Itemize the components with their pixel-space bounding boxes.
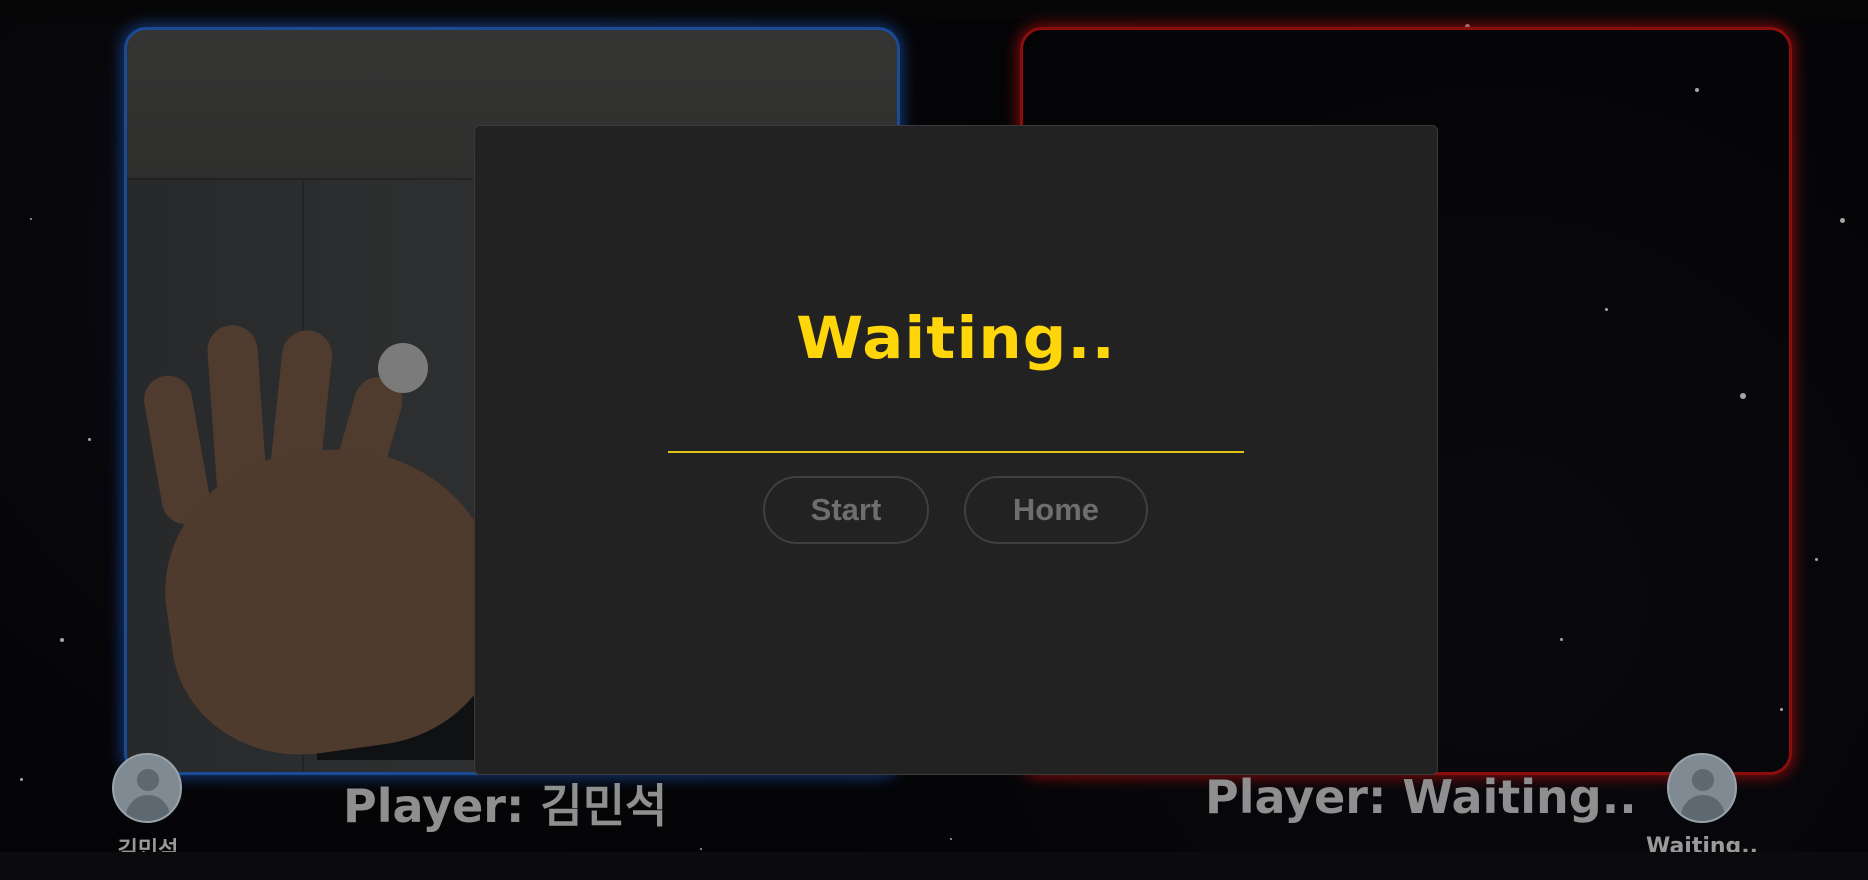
right-player-label: Player: Waiting..	[1205, 770, 1637, 824]
left-player-avatar-icon	[112, 753, 182, 823]
right-player-avatar-icon	[1667, 753, 1737, 823]
waiting-title: Waiting..	[796, 304, 1116, 372]
left-player-label: Player: 김민석	[343, 779, 668, 833]
home-button[interactable]: Home	[964, 476, 1148, 544]
bottom-bar	[0, 852, 1868, 880]
waiting-dialog: Waiting.. Start Home	[474, 125, 1438, 775]
start-button[interactable]: Start	[763, 476, 929, 544]
title-divider	[668, 451, 1244, 453]
